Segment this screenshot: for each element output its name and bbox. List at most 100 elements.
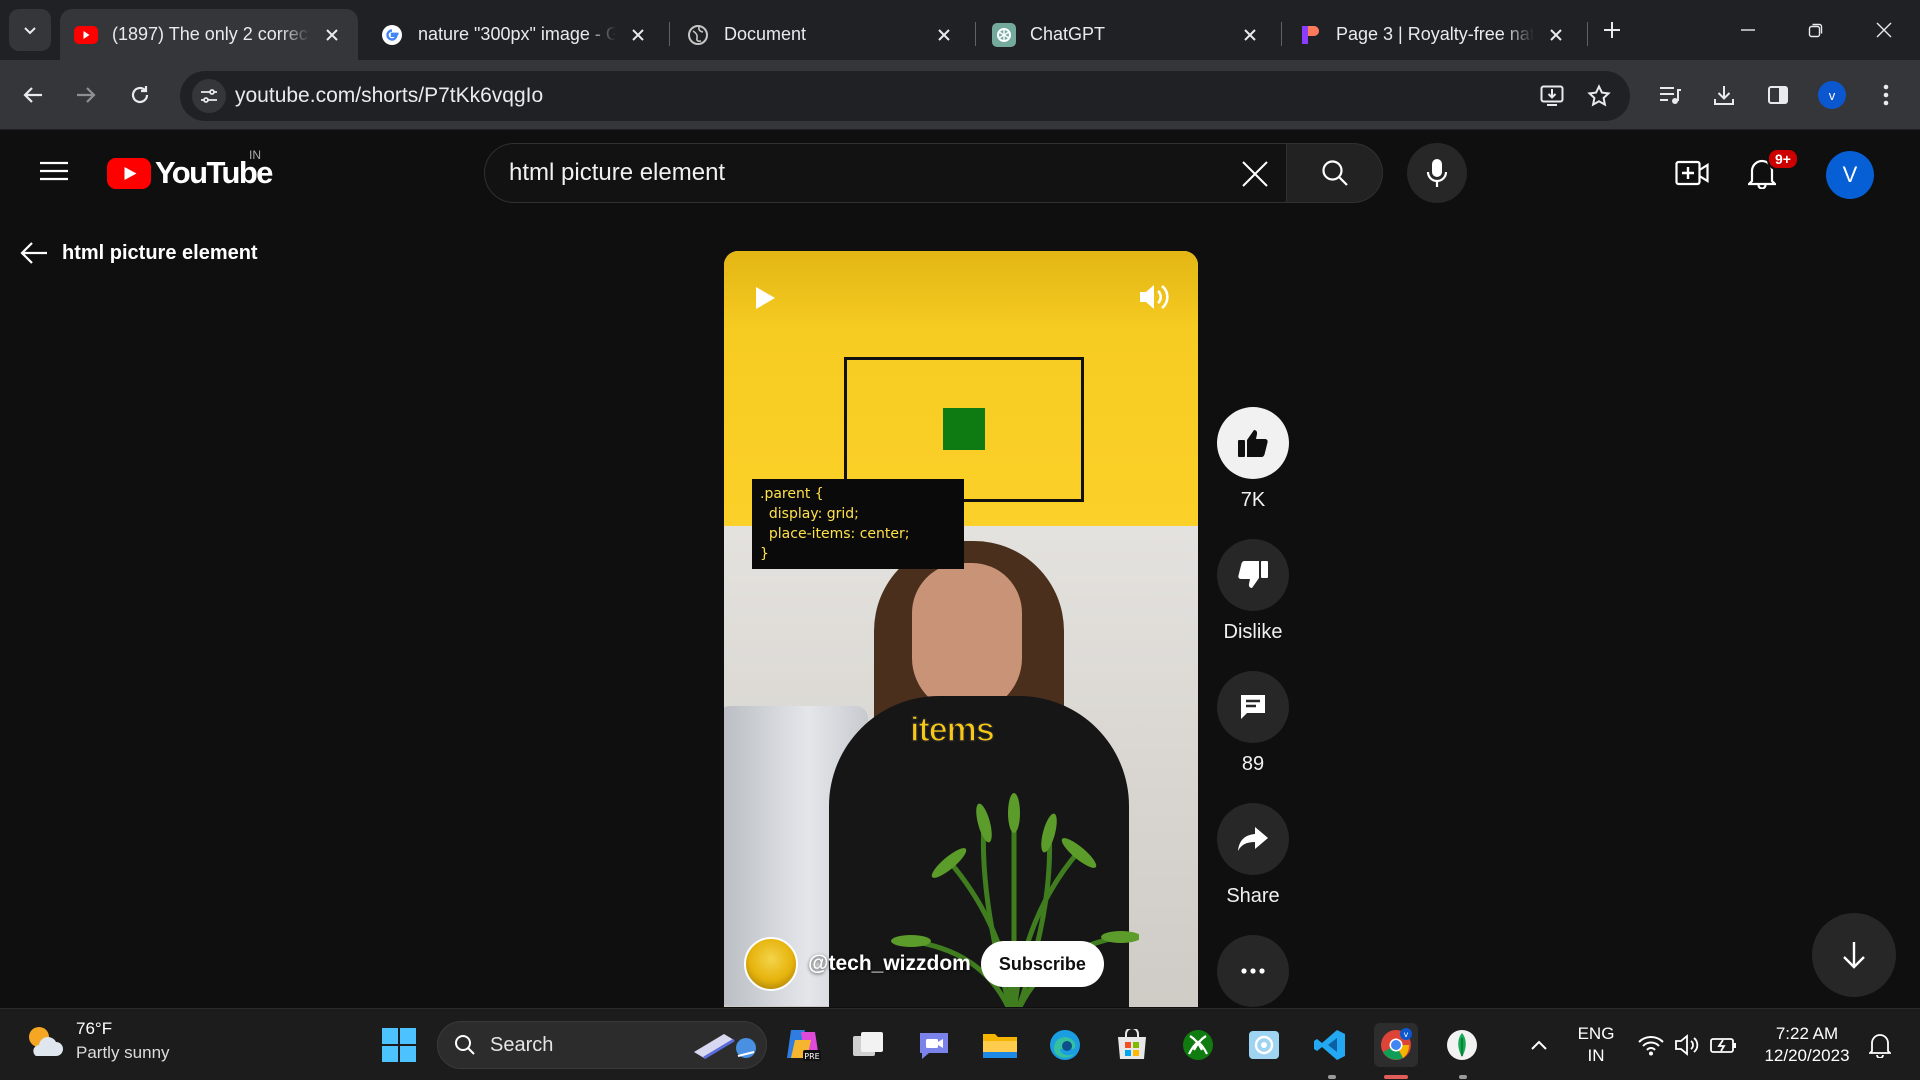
profile-button[interactable]: v <box>1810 73 1854 117</box>
chrome-menu-button[interactable] <box>1864 73 1908 117</box>
taskbar-search[interactable]: Search <box>437 1021 767 1069</box>
forward-button[interactable] <box>64 73 108 117</box>
system-clock[interactable]: 7:22 AM 12/20/2023 <box>1752 1023 1862 1067</box>
copilot-taskbar-icon[interactable]: PRE <box>781 1023 825 1067</box>
play-button[interactable] <box>748 281 782 315</box>
globe-icon <box>686 23 710 47</box>
youtube-logo[interactable]: YouTube IN <box>107 148 273 191</box>
close-icon[interactable] <box>932 23 956 47</box>
bookmark-button[interactable] <box>1577 74 1621 118</box>
comments-button[interactable] <box>1217 671 1289 743</box>
new-tab-button[interactable] <box>1596 14 1628 46</box>
show-hidden-icons-button[interactable] <box>1517 1023 1561 1067</box>
input-language[interactable]: ENG IN <box>1574 1023 1618 1067</box>
dislike-label: Dislike <box>1223 621 1283 643</box>
tune-icon <box>201 89 217 103</box>
tab-title: (1897) The only 2 correct <box>112 24 310 44</box>
install-app-button[interactable] <box>1530 74 1574 118</box>
search-button[interactable] <box>1287 143 1383 203</box>
mongodb-compass-icon[interactable] <box>1440 1023 1484 1067</box>
svg-text:v: v <box>1404 1030 1409 1039</box>
share-button[interactable] <box>1217 803 1289 875</box>
search-box <box>484 143 1287 203</box>
play-icon <box>756 287 775 309</box>
camera-app-icon[interactable] <box>1242 1023 1286 1067</box>
tab-google-search[interactable]: nature "300px" image - G <box>366 9 664 60</box>
video-add-icon <box>1675 160 1709 186</box>
youtube-play-icon <box>107 157 151 189</box>
canva-icon <box>1298 23 1322 47</box>
subscribe-button[interactable]: Subscribe <box>980 941 1104 987</box>
close-icon[interactable] <box>1238 23 1262 47</box>
notification-count-badge: 9+ <box>1767 148 1799 170</box>
account-avatar[interactable]: V <box>1826 151 1874 199</box>
channel-handle[interactable]: @tech_wizzdom <box>808 952 971 976</box>
restore-icon <box>1808 23 1823 38</box>
tab-title: ChatGPT <box>1030 24 1106 44</box>
bell-icon <box>1869 1034 1891 1058</box>
chrome-taskbar-icon[interactable]: v <box>1374 1023 1418 1067</box>
restore-button[interactable] <box>1794 10 1838 50</box>
task-view-icon[interactable] <box>846 1023 890 1067</box>
reading-list-button[interactable] <box>1648 73 1692 117</box>
vscode-icon[interactable] <box>1308 1023 1352 1067</box>
downloads-button[interactable] <box>1702 73 1746 117</box>
side-panel-button[interactable] <box>1756 73 1800 117</box>
clock-time: 7:22 AM <box>1775 1024 1839 1043</box>
channel-info: @tech_wizzdom Subscribe <box>744 937 1104 991</box>
reload-button[interactable] <box>118 73 162 117</box>
install-icon <box>1540 85 1564 106</box>
minimize-button[interactable] <box>1726 10 1770 50</box>
battery-icon[interactable] <box>1702 1023 1746 1067</box>
comment-icon <box>1241 695 1265 719</box>
media-queue-icon <box>1660 87 1681 104</box>
voice-search-button[interactable] <box>1407 143 1467 203</box>
dislike-button[interactable] <box>1217 539 1289 611</box>
file-explorer-icon[interactable] <box>978 1023 1022 1067</box>
like-button[interactable] <box>1217 407 1289 479</box>
video-caption: items <box>909 710 995 750</box>
dislike-action: Dislike <box>1217 539 1289 644</box>
microsoft-store-icon[interactable] <box>1110 1023 1154 1067</box>
tab-title: Document <box>724 24 807 44</box>
back-to-results[interactable]: html picture element <box>18 237 258 269</box>
close-icon[interactable] <box>1544 23 1568 47</box>
arrow-down-icon <box>1843 942 1865 969</box>
xbox-icon[interactable] <box>1176 1023 1220 1067</box>
close-window-button[interactable] <box>1862 10 1906 50</box>
close-icon[interactable] <box>626 23 650 47</box>
partly-sunny-icon <box>29 1027 63 1056</box>
create-button[interactable] <box>1670 151 1714 195</box>
tab-chatgpt[interactable]: ChatGPT <box>978 9 1276 60</box>
youtube-icon <box>74 23 98 47</box>
windows-logo-icon <box>382 1028 416 1062</box>
search-input[interactable] <box>509 144 1209 202</box>
download-icon <box>1714 86 1734 105</box>
site-info-button[interactable] <box>192 79 226 113</box>
edge-browser-icon[interactable] <box>1043 1023 1087 1067</box>
region-code: IN <box>1587 1046 1605 1065</box>
teams-chat-icon[interactable] <box>912 1023 956 1067</box>
tab-separator <box>669 22 670 46</box>
volume-button[interactable] <box>1134 277 1174 317</box>
tab-canva[interactable]: Page 3 | Royalty-free natu <box>1284 9 1582 60</box>
tab-search-button[interactable] <box>9 9 51 51</box>
notification-center-button[interactable] <box>1858 1023 1902 1067</box>
tab-youtube-short[interactable]: (1897) The only 2 correct <box>60 9 358 60</box>
shorts-video-player[interactable]: .parent { display: grid; place-items: ce… <box>724 251 1198 1007</box>
comment-count: 89 <box>1241 753 1265 775</box>
svg-text:PRE: PRE <box>804 1052 819 1061</box>
guide-menu-button[interactable] <box>34 151 74 191</box>
address-bar[interactable]: youtube.com/shorts/P7tKk6vqgIo <box>180 71 1630 121</box>
back-button[interactable] <box>11 73 55 117</box>
tab-document[interactable]: Document <box>672 9 970 60</box>
next-short-button[interactable] <box>1812 913 1896 997</box>
browser-tab-strip: (1897) The only 2 correct nature "300px"… <box>0 0 1920 60</box>
weather-widget[interactable]: 76°F Partly sunny <box>24 1019 170 1063</box>
close-icon[interactable] <box>320 23 344 47</box>
channel-avatar[interactable] <box>744 937 798 991</box>
clear-search-button[interactable] <box>1234 153 1276 195</box>
tab-separator <box>1587 22 1588 46</box>
more-button[interactable] <box>1217 935 1289 1007</box>
start-button[interactable] <box>377 1023 421 1067</box>
